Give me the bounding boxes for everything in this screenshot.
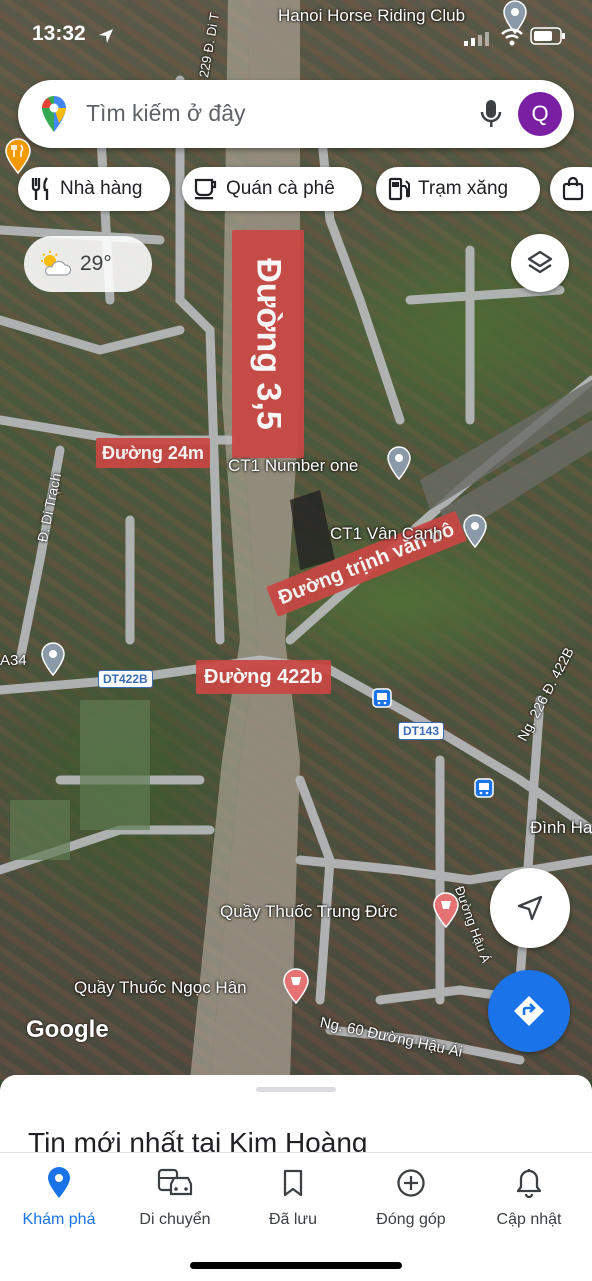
pharmacy-pin-icon[interactable] xyxy=(432,892,460,928)
place-label-dinh[interactable]: Đình Ha xyxy=(530,818,592,838)
route-shield-dt422b: DT422B xyxy=(98,670,153,688)
shopping-bag-icon xyxy=(562,177,584,201)
partly-cloudy-icon xyxy=(41,251,72,276)
layers-icon xyxy=(527,250,553,274)
sheet-drag-handle[interactable] xyxy=(256,1087,336,1092)
road-annotation-duong-3-5: Đường 3,5 xyxy=(232,230,304,458)
add-circle-icon xyxy=(397,1169,425,1197)
place-label-quay-thuoc-trung-duc[interactable]: Quầy Thuốc Trung Đức xyxy=(220,902,397,922)
bus-stop-icon[interactable] xyxy=(474,778,494,798)
tab-label: Di chuyển xyxy=(139,1211,211,1228)
place-label-quay-thuoc-ngoc-han[interactable]: Quầy Thuốc Ngọc Hân xyxy=(74,978,247,998)
signal-icon xyxy=(464,32,489,46)
tab-label: Cập nhật xyxy=(496,1211,562,1228)
search-bar[interactable]: Tìm kiếm ở đây Q xyxy=(18,80,574,148)
tab-contribute[interactable]: Đóng góp xyxy=(352,1165,470,1229)
bell-icon xyxy=(516,1169,542,1198)
restaurant-icon xyxy=(31,177,49,200)
chip-gas-stations[interactable]: Trạm xăng xyxy=(376,167,540,211)
chip-shopping[interactable] xyxy=(550,167,592,211)
chip-label: Trạm xăng xyxy=(418,178,509,199)
commute-icon xyxy=(157,1168,193,1196)
navigation-arrow-icon xyxy=(517,895,543,921)
chip-label: Quán cà phê xyxy=(226,178,335,199)
restaurant-pin-icon[interactable] xyxy=(4,138,32,174)
wifi-icon xyxy=(501,28,523,46)
status-bar: 13:32 xyxy=(0,0,592,72)
layers-button[interactable] xyxy=(511,234,569,292)
status-time: 13:32 xyxy=(32,22,86,45)
avatar[interactable]: Q xyxy=(518,92,562,136)
home-indicator[interactable] xyxy=(190,1262,402,1269)
tab-label: Đã lưu xyxy=(268,1211,318,1228)
coffee-icon xyxy=(194,178,217,200)
bus-stop-icon[interactable] xyxy=(372,688,392,708)
my-location-button[interactable] xyxy=(490,868,570,948)
google-maps-pin-icon xyxy=(42,96,66,132)
chip-label: Nhà hàng xyxy=(60,178,143,199)
gas-station-icon xyxy=(388,177,410,201)
tab-saved[interactable]: Đã lưu xyxy=(234,1165,352,1229)
location-arrow-icon xyxy=(99,29,113,43)
road-annotation-text: Đường 3,5 xyxy=(249,258,288,430)
road-annotation-duong-422b: Đường 422b xyxy=(196,660,331,694)
directions-icon xyxy=(514,996,544,1026)
google-attribution: Google xyxy=(26,1016,109,1043)
place-label-a34[interactable]: A34 xyxy=(0,652,27,669)
route-shield-dt143: DT143 xyxy=(398,722,445,740)
tab-label: Khám phá xyxy=(22,1211,96,1228)
microphone-icon[interactable] xyxy=(480,99,502,129)
battery-icon xyxy=(530,27,565,45)
explore-pin-icon xyxy=(48,1167,70,1198)
weather-chip[interactable]: 29° xyxy=(24,236,152,292)
chip-restaurants[interactable]: Nhà hàng xyxy=(18,167,170,211)
road-annotation-duong-24m: Đường 24m xyxy=(96,438,210,468)
place-pin-icon[interactable] xyxy=(40,642,66,676)
place-pin-icon[interactable] xyxy=(386,446,412,480)
tab-updates[interactable]: Cập nhật xyxy=(470,1165,588,1229)
directions-button[interactable] xyxy=(488,970,570,1052)
weather-temperature: 29° xyxy=(80,252,112,275)
search-input[interactable]: Tìm kiếm ở đây xyxy=(86,100,246,127)
chip-cafes[interactable]: Quán cà phê xyxy=(182,167,362,211)
place-pin-icon[interactable] xyxy=(462,514,488,548)
bookmark-icon xyxy=(283,1169,303,1197)
place-label-ct1-number-one[interactable]: CT1 Number one xyxy=(228,456,358,476)
tab-commute[interactable]: Di chuyển xyxy=(116,1165,234,1229)
tab-label: Đóng góp xyxy=(376,1211,446,1228)
tab-explore[interactable]: Khám phá xyxy=(0,1165,118,1229)
pharmacy-pin-icon[interactable] xyxy=(282,968,310,1004)
place-label-ct1-van-canh[interactable]: CT1 Vân Canh xyxy=(330,524,442,544)
